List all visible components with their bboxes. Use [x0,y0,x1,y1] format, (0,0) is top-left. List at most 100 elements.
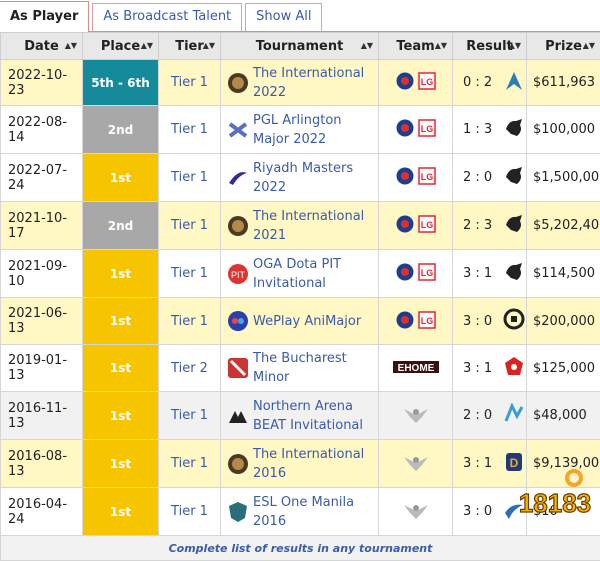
column-header-place[interactable]: Place▲▼ [83,33,159,60]
tier-link[interactable]: Tier 1 [159,488,221,536]
place-badge: 1st [83,298,159,345]
ti-aegis-icon [227,72,249,94]
tournament-link[interactable]: The International 2021 [253,207,378,245]
team-cell[interactable]: LG [379,298,453,345]
weplay-icon [227,310,249,332]
tournament-cell[interactable]: The International 2021 [221,202,379,250]
place-badge: 1st [83,154,159,202]
result-cell: 3 : 1 [453,250,527,298]
team-logo-icon[interactable]: LG [396,126,436,140]
tournament-cell[interactable]: PGL Arlington Major 2022 [221,106,379,154]
team-logo-icon[interactable]: LG [396,222,436,236]
place-badge: 1st [83,392,159,440]
prize-cell: $48,000 [527,392,600,440]
pgl-icon [227,119,249,141]
team-logo-icon[interactable]: EHOME [393,364,439,378]
tab-as-broadcast-talent[interactable]: As Broadcast Talent [92,3,242,31]
team-logo-icon[interactable] [402,510,430,524]
sort-icon[interactable]: ▲▼ [141,41,153,50]
column-header-prize[interactable]: Prize▲▼ [527,33,600,60]
date-cell: 2016-08-13 [1,440,83,488]
team-cell[interactable] [379,488,453,536]
tier-link[interactable]: Tier 1 [159,298,221,345]
result-cell: 2 : 0 [453,392,527,440]
tournament-cell[interactable]: Riyadh Masters 2022 [221,154,379,202]
tournament-cell[interactable]: The International 2016 [221,440,379,488]
team-logo-icon[interactable]: LG [396,174,436,188]
team-cell[interactable]: LG [379,154,453,202]
column-header-tier[interactable]: Tier▲▼ [159,33,221,60]
tier-link[interactable]: Tier 2 [159,345,221,392]
prize-cell: $125,000 [527,345,600,392]
tournament-link[interactable]: Riyadh Masters 2022 [253,159,378,197]
team-cell[interactable]: LG [379,106,453,154]
date-cell: 2021-06-13 [1,298,83,345]
tournament-link[interactable]: Northern Arena BEAT Invitational [253,397,378,435]
place-badge: 1st [83,250,159,298]
team-cell[interactable] [379,440,453,488]
team-spirit-logo-icon[interactable] [502,213,526,239]
sort-icon[interactable]: ▲▼ [509,41,521,50]
results-table: Date▲▼ Place▲▼ Tier▲▼ Tournament▲▼ Team▲… [0,32,600,561]
oga-pit-icon: PIT [227,263,249,285]
team-spirit-logo-icon[interactable] [502,261,526,287]
place-badge: 5th - 6th [83,60,159,106]
tournament-link[interactable]: The International 2016 [253,445,378,483]
result-score: 2 : 0 [463,408,502,423]
tab-as-player[interactable]: As Player [0,1,89,32]
tournament-cell[interactable]: PITOGA Dota PIT Invitational [221,250,379,298]
team-cell[interactable]: LG [379,250,453,298]
tier-link[interactable]: Tier 1 [159,392,221,440]
newbee-logo-icon[interactable] [502,403,526,429]
team-logo-icon[interactable]: LG [396,318,436,332]
tab-show-all[interactable]: Show All [245,3,322,31]
team-spirit-logo-icon[interactable] [502,165,526,191]
team-cell[interactable]: EHOME [379,345,453,392]
tournament-cell[interactable]: The International 2022 [221,60,379,106]
sort-icon[interactable]: ▲▼ [203,41,215,50]
tier-link[interactable]: Tier 1 [159,106,221,154]
sort-icon[interactable]: ▲▼ [435,41,447,50]
svg-text:LG: LG [420,316,433,326]
column-header-tournament[interactable]: Tournament▲▼ [221,33,379,60]
date-cell: 2022-10-23 [1,60,83,106]
gambit-logo-icon[interactable] [502,355,526,381]
tier-link[interactable]: Tier 1 [159,202,221,250]
tier-link[interactable]: Tier 1 [159,250,221,298]
column-header-team[interactable]: Team▲▼ [379,33,453,60]
sort-icon[interactable]: ▲▼ [65,41,77,50]
tournament-link[interactable]: The Bucharest Minor [253,349,378,387]
column-header-date[interactable]: Date▲▼ [1,33,83,60]
complete-results-link[interactable]: Complete list of results in any tourname… [1,536,600,561]
place-badge: 2nd [83,202,159,250]
column-header-result[interactable]: Result▲▼ [453,33,527,60]
team-cell[interactable] [379,392,453,440]
sort-icon[interactable]: ▲▼ [583,41,595,50]
place-badge: 1st [83,345,159,392]
date-cell: 2022-07-24 [1,154,83,202]
tournament-cell[interactable]: The Bucharest Minor [221,345,379,392]
team-cell[interactable]: LG [379,202,453,250]
team-cell[interactable]: LG [379,60,453,106]
team-logo-icon[interactable]: LG [396,79,436,93]
tournament-link[interactable]: PGL Arlington Major 2022 [253,111,378,149]
tier-link[interactable]: Tier 1 [159,154,221,202]
tournament-cell[interactable]: Northern Arena BEAT Invitational [221,392,379,440]
team-spirit-logo-icon[interactable] [502,117,526,143]
tournament-link[interactable]: ESL One Manila 2016 [253,493,378,531]
tournament-link[interactable]: The International 2022 [253,64,378,102]
tournament-cell[interactable]: WePlay AniMajor [221,298,379,345]
tournament-cell[interactable]: ESL One Manila 2016 [221,488,379,536]
team-logo-icon[interactable] [402,414,430,428]
team-logo-icon[interactable] [402,462,430,476]
tier-link[interactable]: Tier 1 [159,60,221,106]
table-header-row: Date▲▼ Place▲▼ Tier▲▼ Tournament▲▼ Team▲… [1,33,600,60]
tier-link[interactable]: Tier 1 [159,440,221,488]
gaimin-gladiators-logo-icon[interactable] [502,308,526,334]
result-score: 2 : 0 [463,170,502,185]
sort-icon[interactable]: ▲▼ [361,41,373,50]
team-logo-icon[interactable]: LG [396,270,436,284]
tournament-link[interactable]: OGA Dota PIT Invitational [253,255,378,293]
aster-logo-icon[interactable] [502,70,526,96]
tournament-link[interactable]: WePlay AniMajor [253,312,361,331]
